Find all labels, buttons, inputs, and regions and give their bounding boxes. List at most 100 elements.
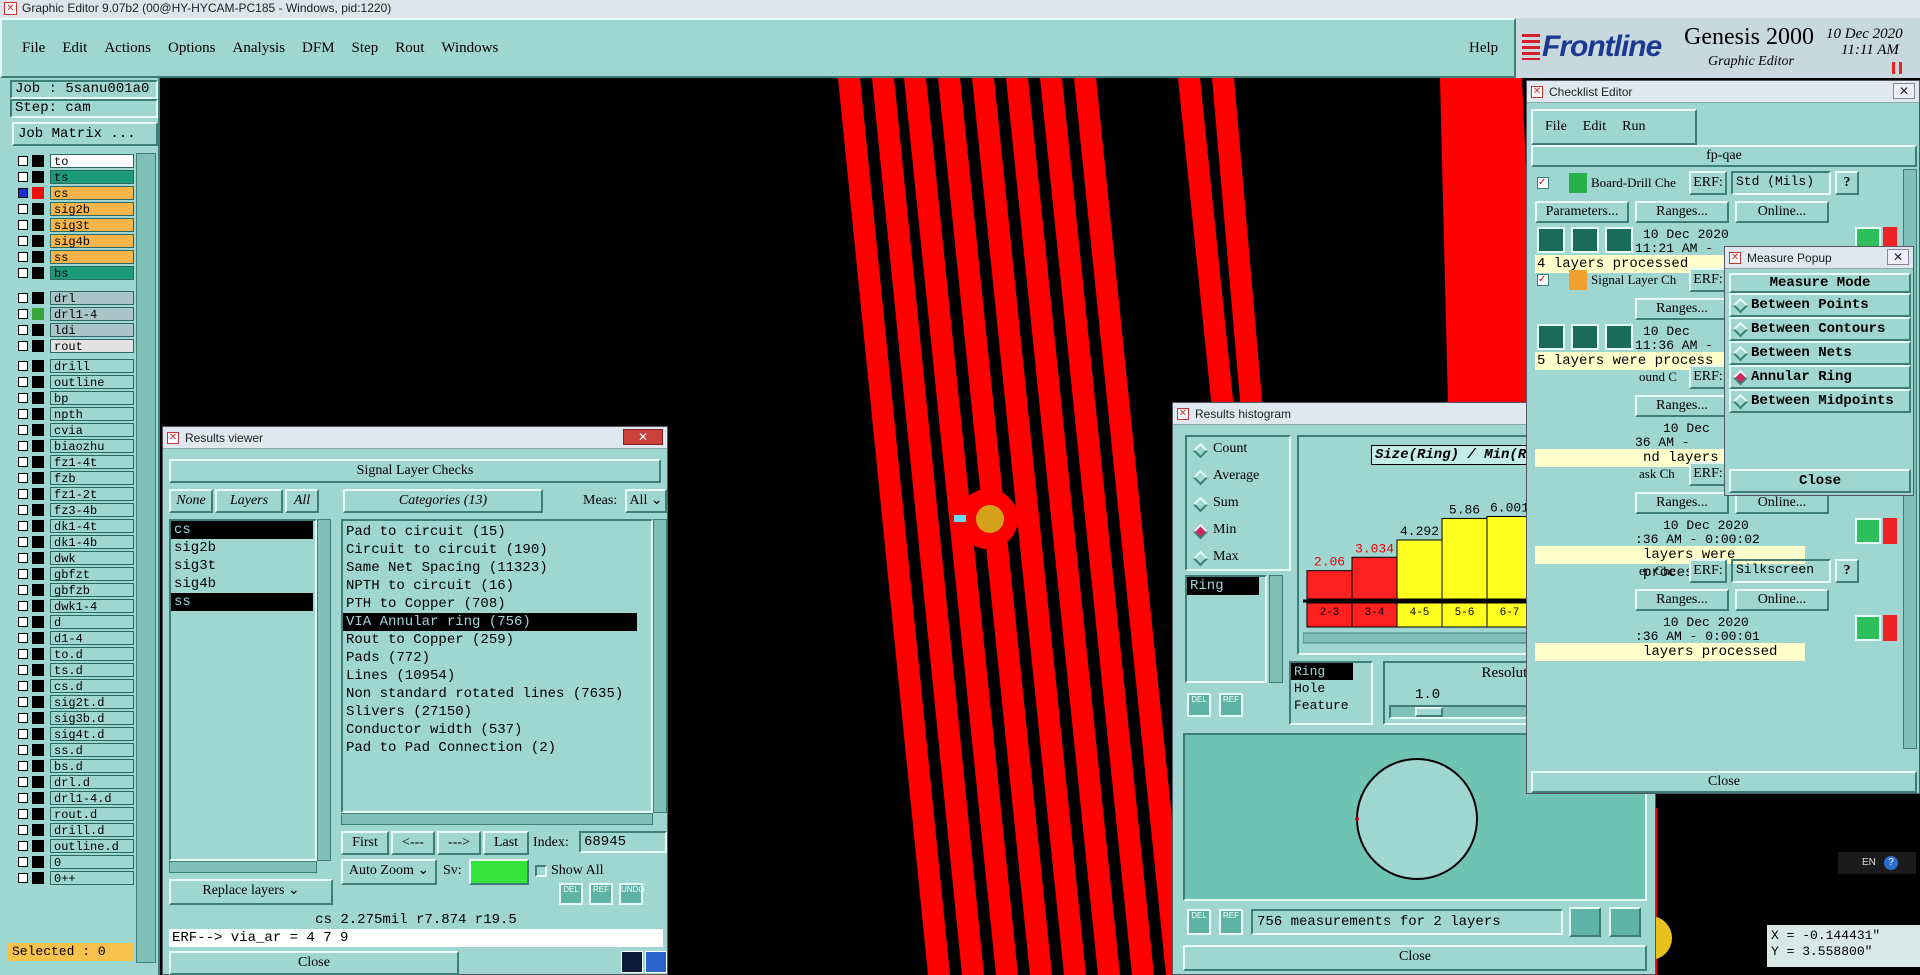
erf-value[interactable]: Std (Mils): [1731, 171, 1831, 195]
meas-dropdown[interactable]: All ⌄: [625, 489, 667, 513]
menu-step[interactable]: Step: [352, 40, 379, 60]
layer-list[interactable]: cs sig2b sig3t sig4b ss: [169, 519, 317, 861]
last-button[interactable]: Last: [483, 831, 529, 855]
checklist-menu-edit[interactable]: Edit: [1583, 119, 1606, 135]
tool-icon-2[interactable]: [645, 951, 667, 973]
layer-checkbox[interactable]: [18, 441, 28, 451]
layer-checkbox[interactable]: [18, 188, 28, 198]
help-icon[interactable]: ?: [1835, 171, 1859, 195]
layer-row[interactable]: npth: [12, 406, 135, 422]
layer-row[interactable]: ts: [12, 169, 135, 185]
tool-icon-1[interactable]: [621, 951, 643, 973]
menu-edit[interactable]: Edit: [62, 40, 87, 60]
list-item[interactable]: Hole: [1291, 680, 1353, 697]
mode-count-radio[interactable]: Count: [1187, 437, 1289, 464]
layer-checkbox[interactable]: [18, 489, 28, 499]
delete-marker-icon[interactable]: DEL: [559, 883, 583, 905]
measure-mode-between-midpoints[interactable]: Between Midpoints: [1729, 389, 1911, 413]
layer-row[interactable]: fz1-2t: [12, 486, 135, 502]
layer-row[interactable]: sig4t.d: [12, 726, 135, 742]
reference-marker-icon-2[interactable]: REF: [1219, 909, 1243, 935]
list-item[interactable]: Ring: [1291, 663, 1353, 680]
layer-row[interactable]: drill: [12, 358, 135, 374]
list-item[interactable]: sig3t: [171, 557, 313, 575]
layer-checkbox[interactable]: [18, 377, 28, 387]
measure-close-button[interactable]: Close: [1729, 469, 1911, 493]
layer-checkbox[interactable]: [18, 793, 28, 803]
layer-row[interactable]: d: [12, 614, 135, 630]
ranges-button[interactable]: Ranges...: [1635, 589, 1729, 611]
layer-checkbox[interactable]: [18, 457, 28, 467]
layer-checkbox[interactable]: [18, 309, 28, 319]
layer-checkbox[interactable]: [18, 617, 28, 627]
layer-row[interactable]: rout.d: [12, 806, 135, 822]
layer-row[interactable]: outline: [12, 374, 135, 390]
checklist-menu-file[interactable]: File: [1545, 119, 1567, 135]
menu-file[interactable]: File: [22, 40, 45, 60]
layer-row[interactable]: bp: [12, 390, 135, 406]
list-item[interactable]: NPTH to circuit (16): [343, 577, 637, 595]
layer-checkbox[interactable]: [18, 505, 28, 515]
layer-checkbox[interactable]: [18, 681, 28, 691]
layer-row[interactable]: gbfzb: [12, 582, 135, 598]
close-window-icon[interactable]: ✕: [1887, 249, 1909, 265]
list-item[interactable]: Same Net Spacing (11323): [343, 559, 637, 577]
layer-checkbox[interactable]: [18, 665, 28, 675]
layer-checkbox[interactable]: [18, 745, 28, 755]
layer-checkbox[interactable]: [18, 172, 28, 182]
layer-checkbox[interactable]: [18, 873, 28, 883]
layer-row[interactable]: bs.d: [12, 758, 135, 774]
measure-mode-between-nets[interactable]: Between Nets: [1729, 341, 1911, 365]
layer-row[interactable]: dwk1-4: [12, 598, 135, 614]
index-input[interactable]: 68945: [579, 831, 667, 853]
layer-row[interactable]: sig3b.d: [12, 710, 135, 726]
layer-row[interactable]: ts.d: [12, 662, 135, 678]
delete-marker-icon-2[interactable]: DEL: [1187, 909, 1211, 935]
job-matrix-button[interactable]: Job Matrix ...: [12, 122, 158, 146]
erf-button[interactable]: ERF:: [1689, 268, 1727, 292]
menu-actions[interactable]: Actions: [104, 40, 151, 60]
checklist-menu-run[interactable]: Run: [1622, 119, 1645, 135]
layer-checkbox[interactable]: [18, 633, 28, 643]
replace-layers-dropdown[interactable]: Replace layers ⌄: [169, 879, 333, 905]
layer-row[interactable]: dwk: [12, 550, 135, 566]
list-item[interactable]: Ring: [1187, 577, 1259, 595]
list-item[interactable]: Feature: [1291, 697, 1353, 714]
delete-marker-icon[interactable]: DEL: [1187, 693, 1211, 717]
layer-row[interactable]: outline.d: [12, 838, 135, 854]
next-button[interactable]: --->: [437, 831, 481, 855]
layer-checkbox[interactable]: [18, 537, 28, 547]
layer-row[interactable]: biaozhu: [12, 438, 135, 454]
layer-checkbox[interactable]: [18, 409, 28, 419]
list-item[interactable]: cs: [171, 521, 313, 539]
export-icon[interactable]: [1569, 907, 1601, 937]
layer-checkbox[interactable]: [18, 649, 28, 659]
check-selected-checkbox[interactable]: ✓: [1537, 177, 1549, 189]
list-item[interactable]: VIA Annular ring (756): [343, 613, 637, 631]
layer-row[interactable]: to.d: [12, 646, 135, 662]
res-type-list[interactable]: Ring Hole Feature: [1289, 661, 1373, 725]
menu-help[interactable]: Help: [1469, 40, 1498, 57]
run-action-icon[interactable]: [1605, 324, 1633, 350]
layer-row[interactable]: to: [12, 153, 135, 169]
layer-row[interactable]: rout: [12, 338, 135, 354]
layer-checkbox[interactable]: [18, 553, 28, 563]
measure-mode-annular-ring[interactable]: Annular Ring: [1729, 365, 1911, 389]
layer-checkbox[interactable]: [18, 697, 28, 707]
list-item[interactable]: Pad to Pad Connection (2): [343, 739, 637, 757]
layer-row[interactable]: cs: [12, 185, 135, 201]
list-item[interactable]: Non standard rotated lines (7635): [343, 685, 637, 703]
reference-marker-icon[interactable]: REF: [1219, 693, 1243, 717]
list-item[interactable]: Slivers (27150): [343, 703, 637, 721]
help-icon[interactable]: ?: [1835, 559, 1859, 583]
category-list-hscroll[interactable]: [341, 813, 653, 825]
layer-checkbox[interactable]: [18, 809, 28, 819]
layer-checkbox[interactable]: [18, 777, 28, 787]
ime-indicator[interactable]: EN ?: [1838, 852, 1916, 874]
mode-max-radio[interactable]: Max: [1187, 545, 1289, 572]
online-button[interactable]: Online...: [1735, 589, 1829, 611]
show-all-checkbox[interactable]: [535, 865, 547, 877]
layer-row[interactable]: dk1-4t: [12, 518, 135, 534]
layer-checkbox[interactable]: [18, 361, 28, 371]
layer-row[interactable]: sig2b: [12, 201, 135, 217]
